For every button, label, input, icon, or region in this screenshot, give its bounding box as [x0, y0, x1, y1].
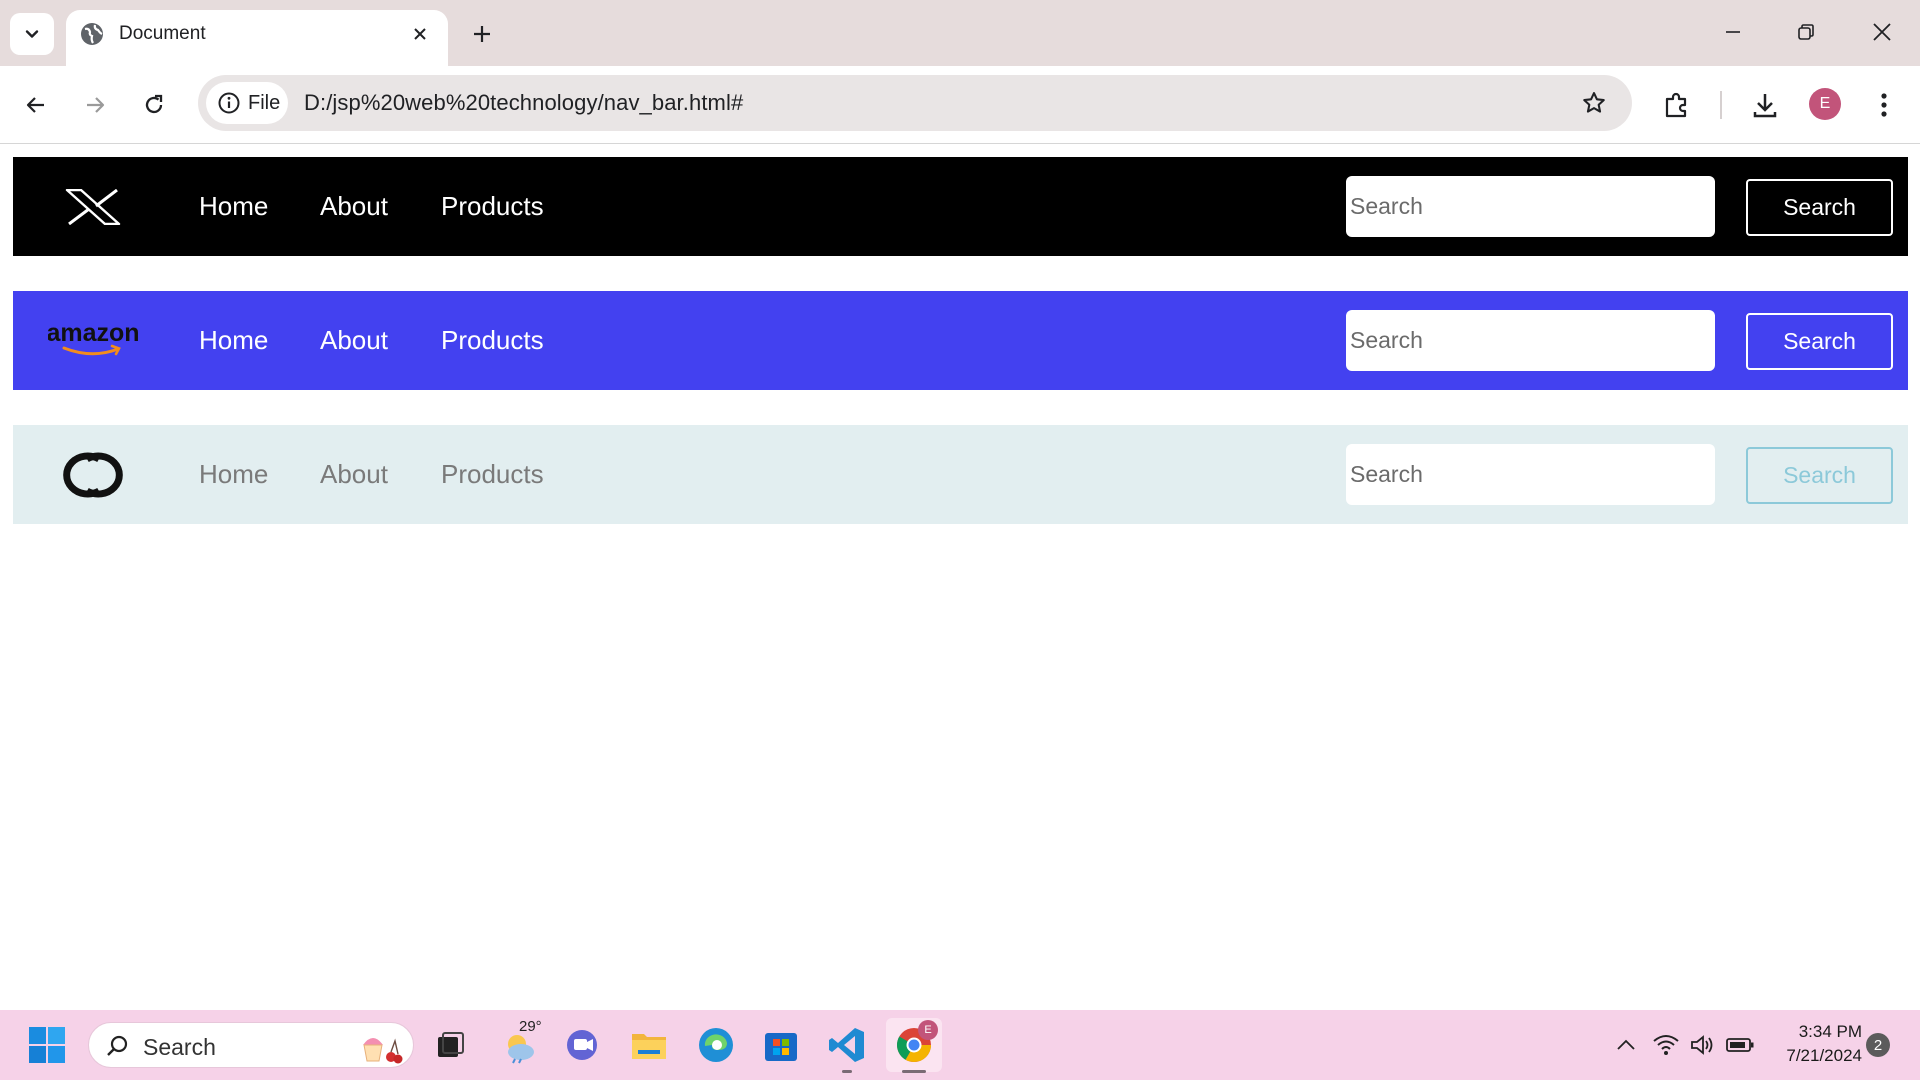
vscode-icon	[829, 1028, 864, 1062]
menu-button[interactable]	[1864, 85, 1904, 125]
chrome-active-indicator	[902, 1070, 926, 1073]
info-icon	[218, 92, 240, 114]
restore-icon	[1798, 24, 1814, 40]
nav-link-products[interactable]: Products	[441, 325, 544, 356]
site-chip-label: File	[248, 91, 281, 114]
puzzle-icon	[1665, 92, 1687, 118]
nav-link-home[interactable]: Home	[199, 191, 268, 222]
taskbar-search[interactable]: Search	[88, 1022, 414, 1068]
folder-icon	[632, 1034, 666, 1059]
navbar-x: Home About Products Search	[13, 157, 1908, 256]
navbar-amazon: amazon Home About Products Search	[13, 291, 1908, 390]
x-logo[interactable]	[39, 179, 147, 235]
search-button[interactable]: Search	[1746, 313, 1893, 370]
chrome-profile-badge: E	[918, 1020, 938, 1040]
new-tab-button[interactable]	[466, 18, 498, 50]
tab-search-button[interactable]	[10, 13, 54, 55]
chevron-up-icon	[1617, 1039, 1635, 1050]
navbar-chanel: Home About Products Search	[13, 425, 1908, 524]
nav-link-products[interactable]: Products	[441, 459, 544, 490]
clock-date[interactable]: 7/21/2024	[1770, 1046, 1862, 1066]
cupcake-icon	[363, 1038, 403, 1064]
nav-link-about[interactable]: About	[320, 459, 388, 490]
chevron-down-icon	[25, 30, 39, 38]
amazon-logo[interactable]: amazon	[39, 313, 147, 369]
vscode-app[interactable]	[827, 1025, 867, 1065]
minimize-icon	[1726, 31, 1740, 33]
address-bar[interactable]: File D:/jsp%20web%20technology/nav_bar.h…	[198, 75, 1632, 131]
tab-title: Document	[119, 23, 206, 44]
search-icon	[107, 1035, 128, 1056]
arrow-left-icon	[26, 97, 44, 113]
browser-toolbar: File D:/jsp%20web%20technology/nav_bar.h…	[0, 66, 1920, 144]
url-text[interactable]: D:/jsp%20web%20technology/nav_bar.html#	[304, 90, 743, 116]
forward-button[interactable]	[75, 85, 115, 125]
chanel-logo-icon	[63, 452, 123, 498]
store-app[interactable]	[761, 1025, 801, 1065]
wifi-icon	[1653, 1035, 1679, 1055]
extensions-button[interactable]	[1657, 85, 1697, 125]
active-tab[interactable]: Document	[66, 10, 448, 66]
bookmark-button[interactable]	[1574, 83, 1614, 123]
battery-button[interactable]	[1720, 1025, 1760, 1065]
x-logo-icon	[65, 189, 121, 225]
nav-link-products[interactable]: Products	[441, 191, 544, 222]
chanel-logo[interactable]	[39, 447, 147, 503]
globe-icon	[81, 23, 103, 45]
reload-icon	[145, 94, 163, 114]
downloads-button[interactable]	[1745, 85, 1785, 125]
weather-temperature: 29°	[519, 1018, 542, 1035]
clock-time[interactable]: 3:34 PM	[1786, 1022, 1862, 1042]
battery-icon	[1726, 1038, 1754, 1052]
search-input[interactable]	[1346, 310, 1715, 371]
site-info-chip[interactable]: File	[206, 82, 288, 124]
back-button[interactable]	[16, 85, 56, 125]
toolbar-separator	[1720, 91, 1722, 119]
taskbar: Search 29° E 3:34 PM 7/21/2024 2	[0, 1010, 1920, 1080]
arrow-right-icon	[87, 97, 105, 113]
teams-app[interactable]	[563, 1025, 603, 1065]
close-icon	[1873, 23, 1891, 41]
close-icon	[414, 28, 426, 40]
taskbar-search-label: Search	[143, 1034, 216, 1060]
minimize-button[interactable]	[1713, 16, 1753, 48]
task-view-app[interactable]	[430, 1025, 470, 1065]
plus-icon	[474, 26, 490, 42]
amazon-logo-icon: amazon	[48, 319, 138, 356]
nav-link-about[interactable]: About	[320, 325, 388, 356]
star-icon	[1583, 92, 1605, 113]
chrome-app[interactable]: E	[886, 1018, 942, 1072]
tab-close-button[interactable]	[406, 20, 434, 48]
nav-link-home[interactable]: Home	[199, 325, 268, 356]
download-icon	[1753, 94, 1777, 118]
show-hidden-icons-button[interactable]	[1606, 1025, 1646, 1065]
vscode-running-indicator	[842, 1070, 852, 1073]
window-close-button[interactable]	[1862, 16, 1902, 48]
restore-button[interactable]	[1786, 16, 1826, 48]
tab-strip: Document	[0, 0, 1920, 66]
task-view-icon	[438, 1032, 464, 1057]
speaker-icon	[1691, 1035, 1713, 1055]
volume-button[interactable]	[1683, 1025, 1723, 1065]
search-input[interactable]	[1346, 176, 1715, 237]
video-chat-icon	[567, 1030, 597, 1060]
reload-button[interactable]	[134, 85, 174, 125]
edge-icon	[699, 1028, 733, 1062]
search-input[interactable]	[1346, 444, 1715, 505]
search-button[interactable]: Search	[1746, 447, 1893, 504]
nav-link-home[interactable]: Home	[199, 459, 268, 490]
more-vert-icon	[1881, 93, 1887, 117]
profile-avatar[interactable]: E	[1809, 88, 1841, 120]
svg-text:amazon: amazon	[48, 319, 138, 347]
file-explorer-app[interactable]	[629, 1025, 669, 1065]
windows-logo-icon	[29, 1027, 65, 1063]
edge-app[interactable]	[696, 1025, 736, 1065]
search-button[interactable]: Search	[1746, 179, 1893, 236]
notification-badge[interactable]: 2	[1866, 1033, 1890, 1057]
store-icon	[765, 1033, 797, 1061]
start-button[interactable]	[28, 1026, 66, 1064]
nav-link-about[interactable]: About	[320, 191, 388, 222]
network-button[interactable]	[1646, 1025, 1686, 1065]
